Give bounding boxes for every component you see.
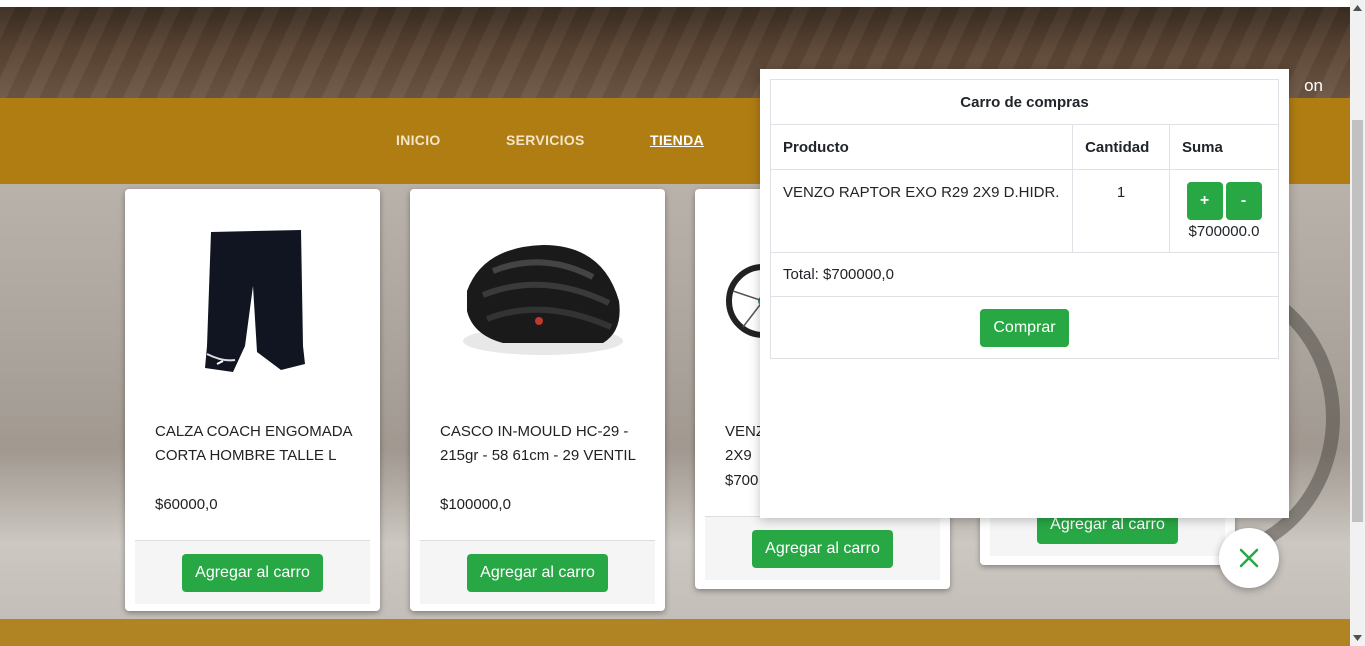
add-to-cart-button[interactable]: Agregar al carro [752,529,893,568]
header-sum: Suma [1169,124,1279,170]
shorts-icon [135,201,370,401]
header-quantity: Cantidad [1072,124,1171,170]
cart-table: Carro de compras Producto Cantidad Suma … [769,79,1279,359]
card-footer: Agregar al carro [705,516,940,580]
cart-row: VENZO RAPTOR EXO R29 2X9 D.HIDR. 1 + - $… [769,169,1279,253]
nav-inicio[interactable]: INICIO [396,132,441,148]
add-to-cart-button[interactable]: Agregar al carro [467,553,608,592]
product-name: CASCO IN-MOULD HC-29 - 215gr - 58 61cm -… [440,423,636,464]
nav-tienda[interactable]: TIENDA [650,132,704,148]
close-cart-button[interactable] [1219,528,1279,588]
quantity-controls: + - [1182,182,1266,220]
scroll-thumb[interactable] [1352,120,1363,522]
cart-item-sum-cell: + - $700000.0 [1169,169,1279,253]
cart-item-name: VENZO RAPTOR EXO R29 2X9 D.HIDR. [769,169,1074,253]
cart-title: Carro de compras [770,79,1279,125]
cart-actions: Comprar [770,296,1279,359]
product-price: $700 [725,472,759,489]
card-footer: Agregar al carro [135,540,370,604]
scroll-up-icon[interactable] [1353,4,1362,12]
cart-item-sum: $700000.0 [1188,223,1260,240]
buy-button[interactable]: Comprar [980,308,1069,347]
header-product: Producto [769,124,1074,170]
product-card: CASCO IN-MOULD HC-29 - 215gr - 58 61cm -… [410,189,665,611]
product-card: CALZA COACH ENGOMADA CORTA HOMBRE TALLE … [125,189,380,611]
page-scrollbar[interactable] [1350,0,1365,646]
nav-servicios[interactable]: SERVICIOS [506,132,585,148]
login-link[interactable]: on [1304,76,1323,96]
shopping-cart-panel: Carro de compras Producto Cantidad Suma … [760,69,1289,518]
add-to-cart-button[interactable]: Agregar al carro [182,553,323,592]
product-price: $60000,0 [155,496,218,513]
increase-quantity-button[interactable]: + [1186,182,1223,220]
helmet-icon [420,201,655,401]
product-name: CALZA COACH ENGOMADA CORTA HOMBRE TALLE … [155,423,352,464]
product-price: $100000,0 [440,496,511,513]
cart-total: Total: $700000,0 [770,252,1279,297]
cart-item-quantity: 1 [1072,169,1171,253]
scroll-down-icon[interactable] [1353,634,1362,642]
footer-band [0,619,1350,646]
decrease-quantity-button[interactable]: - [1225,182,1262,220]
card-footer: Agregar al carro [420,540,655,604]
close-icon [1239,548,1259,568]
